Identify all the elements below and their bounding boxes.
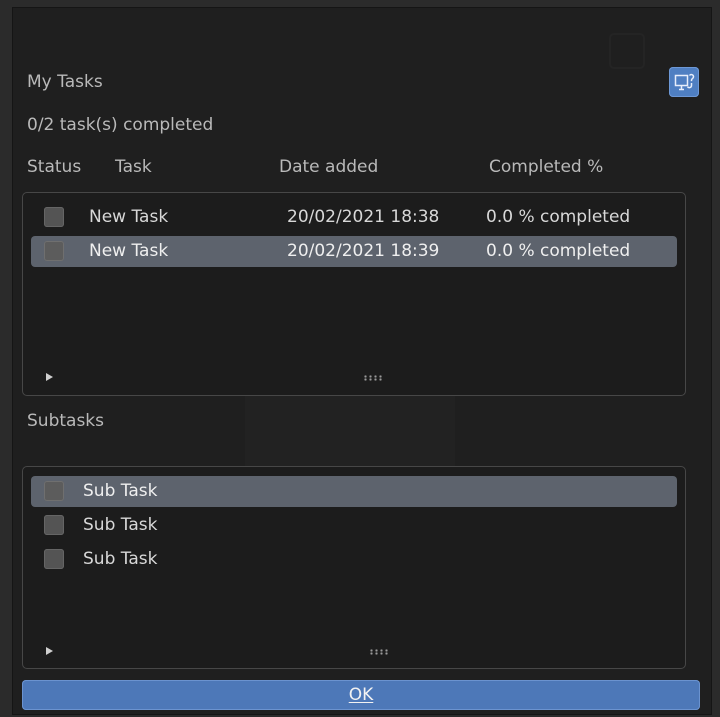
column-header-completed-percent: Completed % [489,157,604,177]
subtask-checkbox[interactable] [44,481,64,501]
completion-summary: 0/2 task(s) completed [27,115,214,135]
tasks-list[interactable]: New Task 20/02/2021 18:38 0.0 % complete… [22,192,686,396]
subtask-row[interactable]: Sub Task [31,510,677,541]
column-header-status: Status [27,157,82,177]
subtask-name: Sub Task [83,549,158,569]
linked-display-button[interactable] [669,67,699,97]
subtask-row[interactable]: Sub Task [31,544,677,575]
task-date: 20/02/2021 18:38 [287,207,440,227]
column-header-date-added: Date added [279,157,379,177]
task-name: New Task [89,207,169,227]
task-completion: 0.0 % completed [486,241,631,261]
resize-grip-icon[interactable] [363,375,383,381]
subtask-row-selected[interactable]: Sub Task [31,476,677,507]
subtask-name: Sub Task [83,515,158,535]
triangle-right-icon[interactable] [46,373,53,381]
subtask-checkbox[interactable] [44,549,64,569]
task-status-checkbox[interactable] [44,241,64,261]
task-name: New Task [89,241,169,261]
faded-icon [609,33,645,69]
subtask-checkbox[interactable] [44,515,64,535]
column-header-task: Task [115,157,152,177]
subtask-name: Sub Task [83,481,158,501]
resize-grip-icon[interactable] [369,649,389,655]
app-frame: My Tasks 0/2 task(s) completed Status Ta… [0,0,720,717]
panel-title: My Tasks [27,72,103,92]
task-status-checkbox[interactable] [44,207,64,227]
task-row-selected[interactable]: New Task 20/02/2021 18:39 0.0 % complete… [31,236,677,267]
ok-button[interactable]: OK [22,680,700,710]
task-date: 20/02/2021 18:39 [287,241,440,261]
subtasks-list[interactable]: Sub Task Sub Task Sub Task [22,466,686,669]
triangle-right-icon[interactable] [46,647,53,655]
subtasks-title: Subtasks [27,411,104,431]
tasks-dialog: My Tasks 0/2 task(s) completed Status Ta… [13,8,711,714]
linked-display-icon [674,73,695,91]
task-completion: 0.0 % completed [486,207,631,227]
task-row[interactable]: New Task 20/02/2021 18:38 0.0 % complete… [31,202,677,233]
